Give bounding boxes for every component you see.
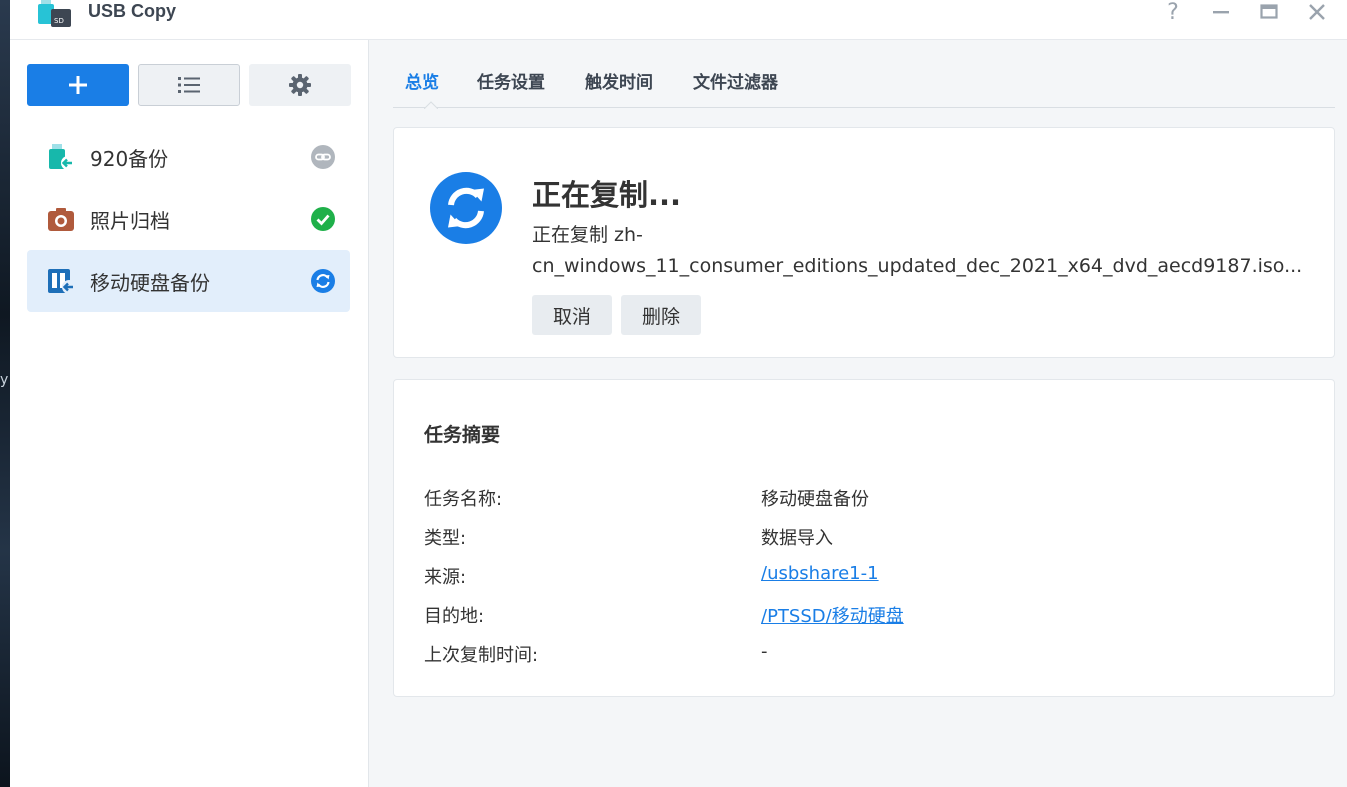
sync-icon xyxy=(311,269,335,293)
summary-value-last-copy-time: - xyxy=(761,641,768,662)
main-panel: 总览 任务设置 触发时间 文件过滤器 正在复制... 正在复制 zh- cn_w… xyxy=(369,40,1347,787)
minimize-icon xyxy=(1213,11,1229,14)
task-item-photo-archive[interactable]: 照片归档 xyxy=(27,188,350,250)
drive-import-icon xyxy=(46,266,76,296)
sync-icon xyxy=(430,172,502,244)
app-title: USB Copy xyxy=(88,1,177,21)
help-icon: ? xyxy=(1167,0,1179,25)
summary-label-source: 来源: xyxy=(424,567,467,588)
task-list-button[interactable] xyxy=(138,64,240,106)
task-summary-card: 任务摘要 任务名称: 移动硬盘备份 类型: 数据导入 来源: /usbshare… xyxy=(393,379,1335,697)
summary-value-type: 数据导入 xyxy=(761,528,833,549)
tab-overview[interactable]: 总览 xyxy=(405,68,439,93)
tab-bar: 总览 任务设置 触发时间 文件过滤器 xyxy=(393,40,1335,109)
tab-file-filter[interactable]: 文件过滤器 xyxy=(693,68,778,93)
minimize-button[interactable] xyxy=(1208,0,1234,24)
maximize-button[interactable] xyxy=(1256,0,1282,24)
camera-icon xyxy=(46,204,76,234)
status-detail: 正在复制 zh- cn_windows_11_consumer_editions… xyxy=(532,220,1334,282)
check-circle-icon xyxy=(311,207,335,231)
status-detail-line: cn_windows_11_consumer_editions_updated_… xyxy=(532,255,1303,277)
destination-path-link[interactable]: /PTSSD/移动硬盘 xyxy=(761,602,904,628)
summary-label-destination: 目的地: xyxy=(424,606,485,627)
summary-value-task-name: 移动硬盘备份 xyxy=(761,489,869,510)
sidebar: 920备份 照片归档 移动硬盘备份 xyxy=(10,40,369,787)
desktop-peek-text: y xyxy=(0,372,9,388)
active-tab-caret-icon xyxy=(424,101,438,109)
copy-status-card: 正在复制... 正在复制 zh- cn_windows_11_consumer_… xyxy=(393,127,1335,358)
status-detail-line: 正在复制 zh- xyxy=(532,224,643,246)
gear-icon xyxy=(289,74,311,96)
list-icon xyxy=(178,77,200,93)
source-path-link[interactable]: /usbshare1-1 xyxy=(761,563,879,584)
desktop-background xyxy=(0,0,10,787)
task-label: 920备份 xyxy=(90,146,169,171)
settings-button[interactable] xyxy=(249,64,351,106)
usb-device-icon xyxy=(46,142,76,172)
task-label: 移动硬盘备份 xyxy=(90,270,210,295)
summary-label-last-copy-time: 上次复制时间: xyxy=(424,645,539,666)
usb-copy-window: SD USB Copy ? 920备份 照片归档 移动硬盘备份 总览 任务设置 … xyxy=(10,0,1347,787)
tab-task-settings[interactable]: 任务设置 xyxy=(477,68,545,93)
task-item-920-backup[interactable]: 920备份 xyxy=(27,126,350,188)
summary-label-type: 类型: xyxy=(424,528,467,549)
plus-icon xyxy=(69,76,87,94)
delete-button[interactable]: 删除 xyxy=(621,295,701,335)
close-icon xyxy=(1309,4,1325,20)
close-button[interactable] xyxy=(1304,0,1330,24)
title-bar: SD USB Copy ? xyxy=(10,0,1347,40)
usb-copy-app-icon: SD xyxy=(38,0,71,27)
maximize-icon xyxy=(1260,4,1278,19)
svg-text:SD: SD xyxy=(54,17,64,25)
task-label: 照片归档 xyxy=(90,208,170,233)
status-title: 正在复制... xyxy=(532,178,682,212)
add-task-button[interactable] xyxy=(27,64,129,106)
help-button[interactable]: ? xyxy=(1160,0,1186,25)
cancel-button[interactable]: 取消 xyxy=(532,295,612,335)
summary-title: 任务摘要 xyxy=(424,424,501,446)
link-icon xyxy=(311,145,335,169)
task-item-portable-drive-backup[interactable]: 移动硬盘备份 xyxy=(27,250,350,312)
summary-label-task-name: 任务名称: xyxy=(424,489,503,510)
tab-trigger-time[interactable]: 触发时间 xyxy=(585,68,653,93)
